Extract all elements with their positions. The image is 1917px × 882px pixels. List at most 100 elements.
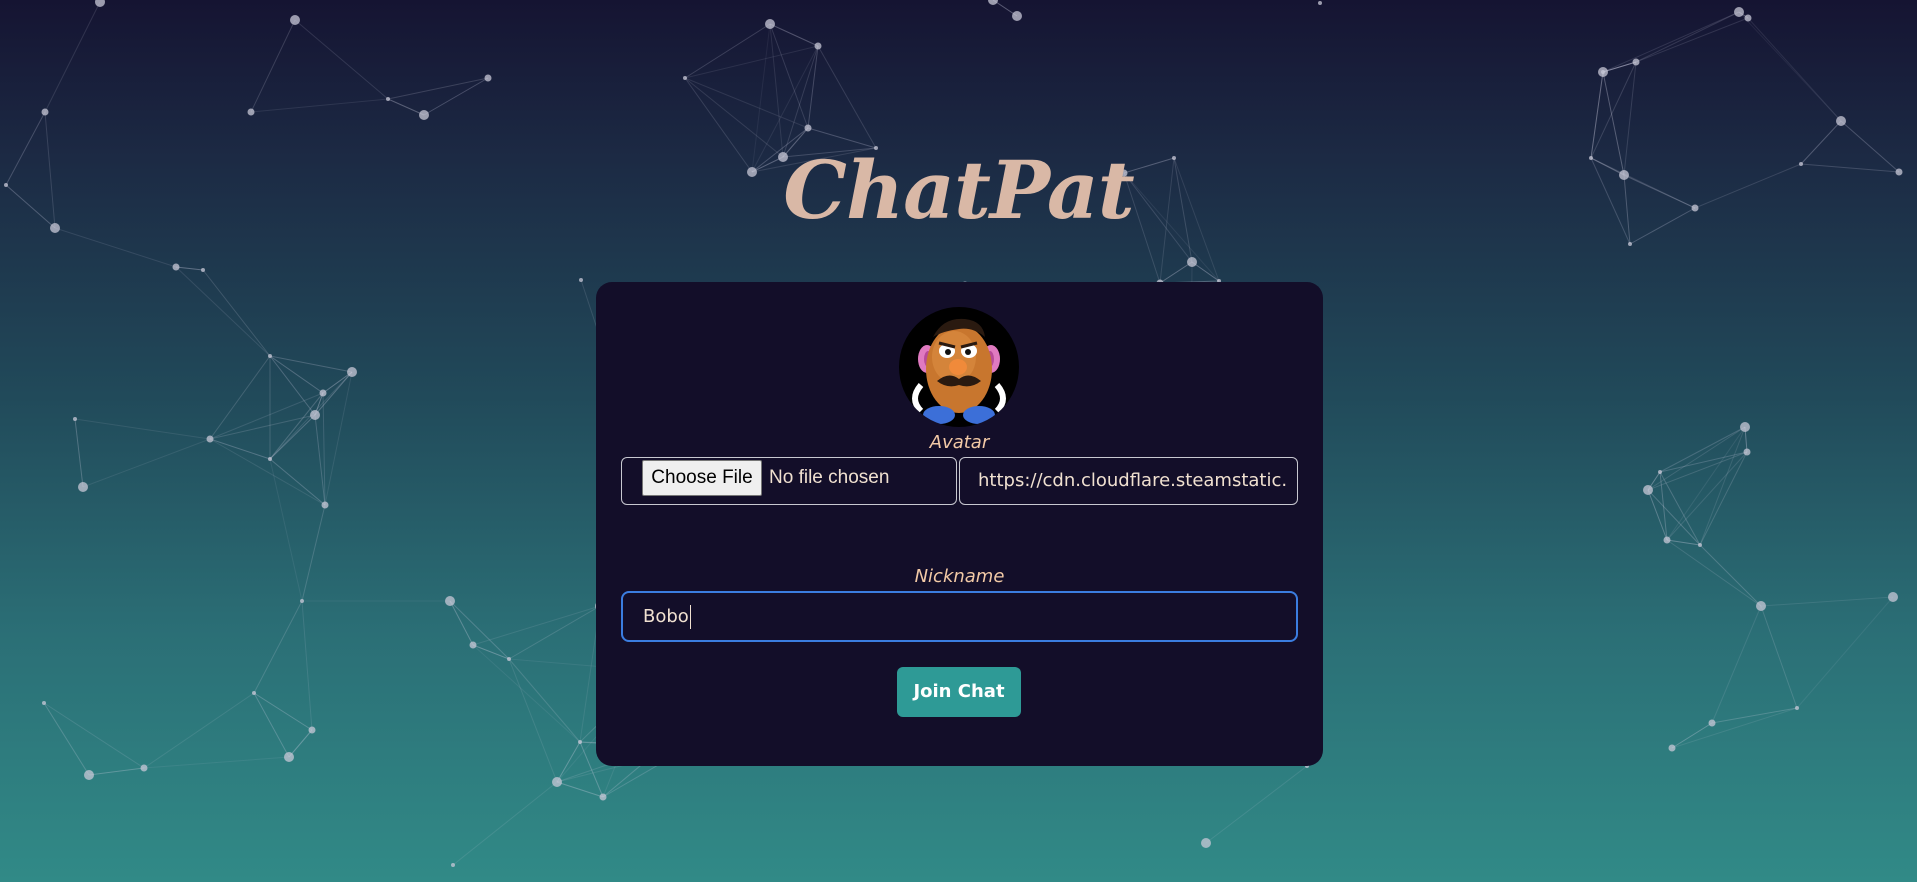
network-link	[684, 45, 819, 79]
network-node	[321, 501, 329, 509]
network-link	[209, 438, 326, 506]
network-node	[1708, 719, 1716, 727]
network-link	[1760, 605, 1798, 709]
network-link	[1747, 17, 1842, 122]
network-link	[1666, 539, 1701, 546]
choose-file-button[interactable]: Choose File	[642, 460, 762, 496]
network-node	[599, 793, 607, 801]
network-link	[1159, 261, 1193, 284]
network-node	[252, 691, 256, 695]
network-link	[43, 702, 145, 769]
network-link	[288, 729, 313, 758]
network-node	[201, 268, 205, 272]
join-chat-button[interactable]: Join Chat	[897, 667, 1021, 717]
network-link	[202, 269, 271, 357]
network-node	[310, 410, 320, 420]
network-link	[1635, 17, 1749, 63]
network-node	[1658, 470, 1662, 474]
file-status-text: No file chosen	[769, 467, 890, 488]
network-node	[552, 777, 562, 787]
network-node	[386, 97, 390, 101]
network-link	[1671, 722, 1713, 749]
network-link	[250, 19, 296, 113]
network-link	[253, 692, 313, 731]
network-link	[1602, 61, 1637, 73]
network-node	[1201, 838, 1211, 848]
avatar-image	[899, 307, 1019, 427]
network-link	[1711, 605, 1762, 724]
network-link	[1635, 11, 1740, 63]
network-node	[1698, 543, 1702, 547]
network-link	[556, 741, 581, 783]
network-node	[814, 42, 822, 50]
network-node	[1743, 448, 1751, 456]
join-form-card: Avatar Choose File No file chosen https:…	[596, 282, 1323, 766]
network-link	[301, 600, 313, 731]
nickname-field[interactable]: Bobo	[621, 591, 1298, 642]
network-link	[88, 767, 145, 776]
avatar-label: Avatar	[929, 432, 990, 453]
avatar-url-field[interactable]: https://cdn.cloudflare.steamstatic.	[959, 457, 1298, 505]
network-node	[683, 76, 687, 80]
network-link	[1699, 426, 1746, 546]
network-node	[578, 740, 582, 744]
network-node	[1888, 592, 1898, 602]
network-node	[41, 108, 49, 116]
nickname-label: Nickname	[914, 566, 1005, 587]
network-node	[1744, 14, 1752, 22]
network-link	[684, 77, 809, 129]
avatar-file-input[interactable]: Choose File No file chosen	[621, 457, 957, 505]
network-node	[419, 110, 429, 120]
network-link	[175, 266, 204, 271]
network-link	[209, 414, 316, 440]
network-link	[269, 355, 316, 416]
network-link	[1205, 765, 1308, 844]
network-node	[484, 74, 492, 82]
network-link	[807, 45, 819, 129]
network-node	[1318, 1, 1322, 5]
network-link	[253, 692, 290, 758]
network-link	[387, 98, 425, 116]
network-node	[1012, 11, 1022, 21]
network-link	[301, 504, 326, 602]
network-link	[472, 605, 601, 646]
network-link	[817, 45, 877, 149]
network-node	[1643, 485, 1653, 495]
network-link	[44, 1, 101, 113]
network-link	[82, 438, 211, 488]
network-link	[322, 371, 353, 394]
network-node	[507, 657, 511, 661]
network-node	[268, 354, 272, 358]
network-link	[1711, 707, 1798, 724]
network-link	[253, 600, 303, 694]
network-link	[324, 371, 353, 506]
network-node	[765, 19, 775, 29]
network-node	[1632, 58, 1640, 66]
network-node	[579, 278, 583, 282]
network-node	[445, 596, 455, 606]
network-node	[95, 0, 105, 7]
network-link	[508, 658, 558, 783]
network-link	[556, 781, 604, 798]
network-link	[143, 692, 255, 769]
network-node	[73, 417, 77, 421]
network-node	[206, 435, 214, 443]
network-node	[988, 0, 998, 5]
network-node	[42, 701, 46, 705]
network-node	[284, 752, 294, 762]
network-node	[451, 863, 455, 867]
nickname-value: Bobo	[643, 606, 689, 627]
network-node	[1740, 422, 1750, 432]
network-node	[268, 457, 272, 461]
network-link	[269, 458, 326, 506]
app-title: ChatPat	[783, 143, 1134, 237]
network-link	[684, 23, 771, 79]
network-link	[1699, 544, 1762, 607]
network-node	[172, 263, 180, 271]
network-node	[1598, 67, 1608, 77]
network-link	[143, 756, 290, 769]
network-link	[294, 19, 389, 100]
network-link	[452, 781, 558, 866]
network-node	[290, 15, 300, 25]
network-link	[423, 77, 489, 116]
